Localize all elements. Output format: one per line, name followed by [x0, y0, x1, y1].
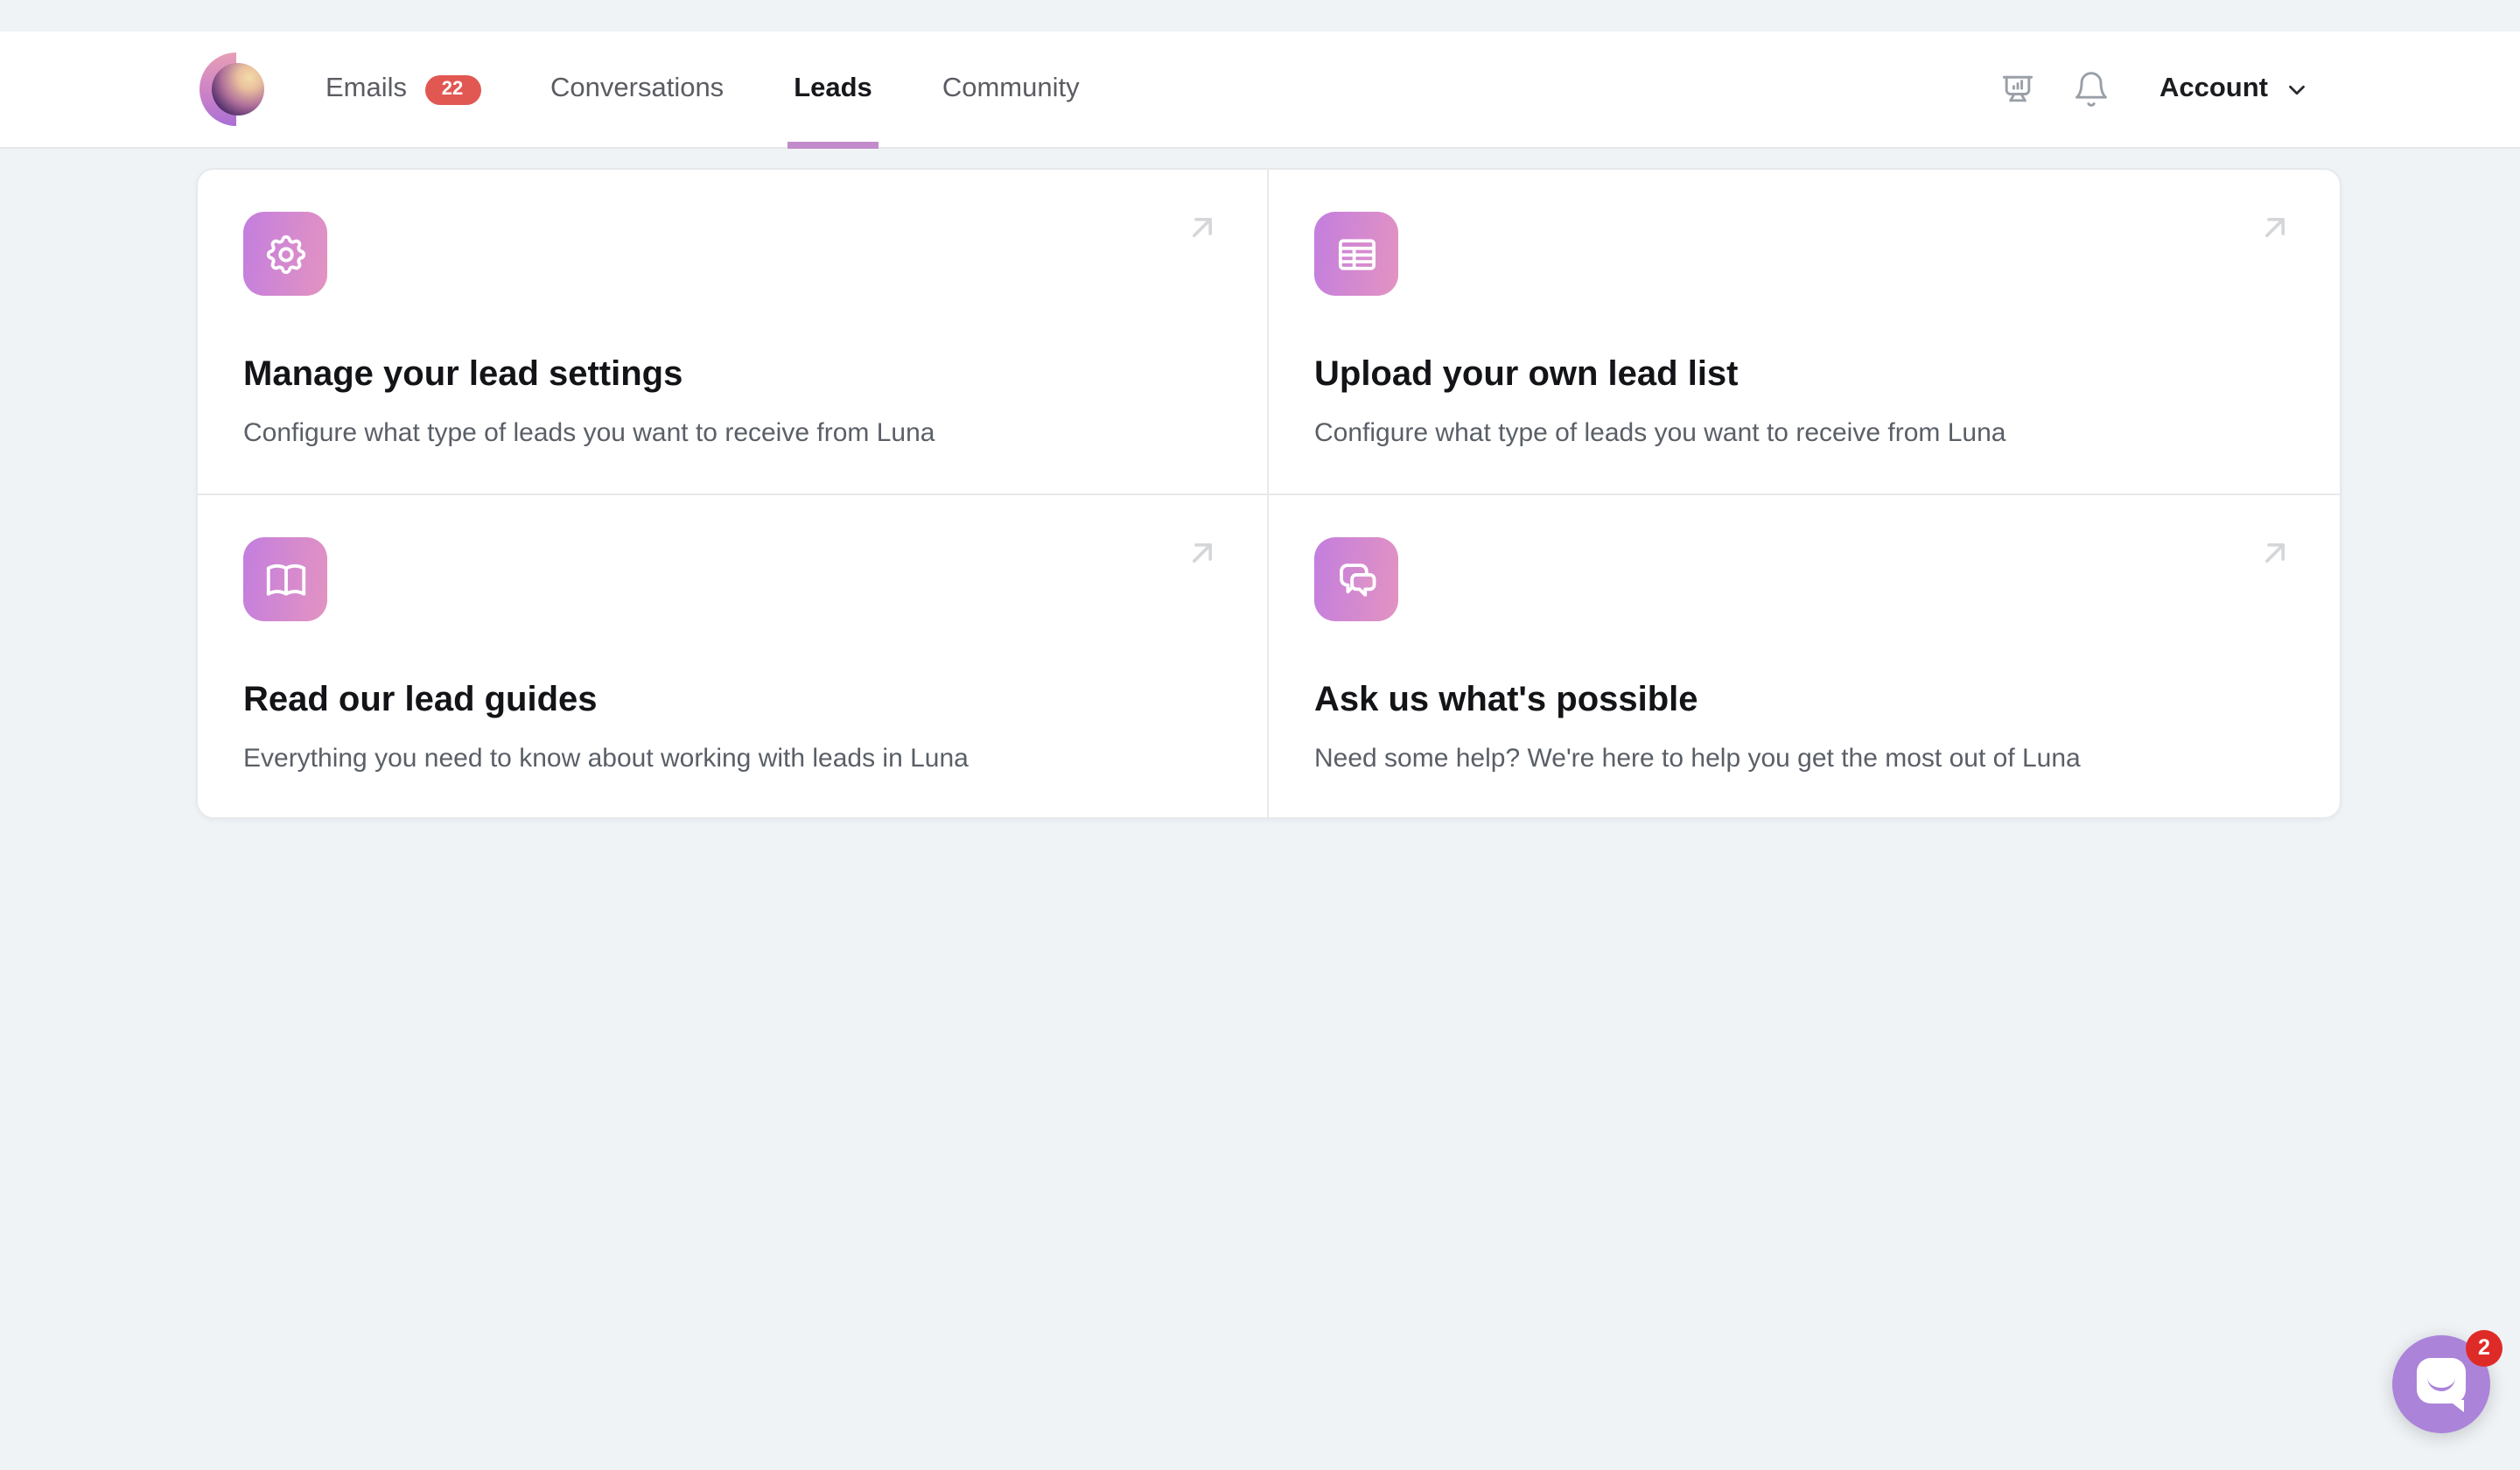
- card-description: Need some help? We're here to help you g…: [1314, 740, 2294, 777]
- nav-right: Account: [1964, 32, 2310, 147]
- nav-item-emails[interactable]: Emails 22: [301, 32, 515, 147]
- top-nav: Emails 22 Conversations Leads Community: [0, 32, 2520, 149]
- card-upload-lead-list[interactable]: Upload your own lead list Configure what…: [1269, 170, 2340, 495]
- nav-item-label: Conversations: [550, 74, 724, 105]
- chevron-down-icon: [2284, 76, 2310, 102]
- main-content: Manage leads You haven't uploaded your o…: [0, 32, 2520, 819]
- messenger-bubble-icon: [2417, 1358, 2466, 1404]
- chat-bubbles-icon: [1314, 537, 1398, 621]
- arrow-up-right-icon: [1183, 208, 1222, 247]
- card-description: Everything you need to know about workin…: [243, 740, 1222, 777]
- card-title: Upload your own lead list: [1314, 352, 2294, 397]
- table-icon: [1314, 212, 1398, 296]
- card-description: Configure what type of leads you want to…: [243, 415, 1222, 452]
- nav-links: Emails 22 Conversations Leads Community: [301, 32, 1115, 147]
- bell-icon[interactable]: [2072, 70, 2110, 108]
- luna-logo[interactable]: [200, 52, 273, 126]
- nav-item-label: Leads: [794, 74, 872, 105]
- arrow-up-right-icon: [1183, 534, 1222, 572]
- arrow-up-right-icon: [2256, 208, 2294, 247]
- app-root: Emails 22 Conversations Leads Community: [0, 32, 2520, 1470]
- card-ask-us[interactable]: Ask us what's possible Need some help? W…: [1269, 495, 2340, 819]
- card-title: Ask us what's possible: [1314, 677, 2294, 723]
- arrow-up-right-icon: [2256, 534, 2294, 572]
- account-menu[interactable]: Account: [2160, 74, 2310, 105]
- card-title: Read our lead guides: [243, 677, 1222, 723]
- card-title: Manage your lead settings: [243, 352, 1222, 397]
- presentation-chart-icon[interactable]: [1998, 70, 2037, 108]
- nav-item-leads[interactable]: Leads: [759, 32, 907, 147]
- book-icon: [243, 537, 327, 621]
- emails-count-badge: 22: [424, 74, 480, 104]
- lead-cards-grid: Manage your lead settings Configure what…: [196, 168, 2342, 819]
- messenger-smile: [2427, 1376, 2455, 1391]
- nav-item-label: Emails: [326, 74, 407, 105]
- card-description: Configure what type of leads you want to…: [1314, 415, 2294, 452]
- nav-item-community[interactable]: Community: [907, 32, 1115, 147]
- card-manage-lead-settings[interactable]: Manage your lead settings Configure what…: [198, 170, 1269, 495]
- nav-item-label: Community: [942, 74, 1080, 105]
- nav-left: Emails 22 Conversations Leads Community: [0, 32, 1115, 147]
- gear-icon: [243, 212, 327, 296]
- messenger-launcher-button[interactable]: 2: [2392, 1335, 2490, 1433]
- account-label: Account: [2160, 74, 2268, 105]
- logo-moon-core: [212, 63, 264, 116]
- nav-item-conversations[interactable]: Conversations: [515, 32, 759, 147]
- messenger-unread-badge: 2: [2466, 1330, 2502, 1367]
- card-read-lead-guides[interactable]: Read our lead guides Everything you need…: [198, 495, 1269, 819]
